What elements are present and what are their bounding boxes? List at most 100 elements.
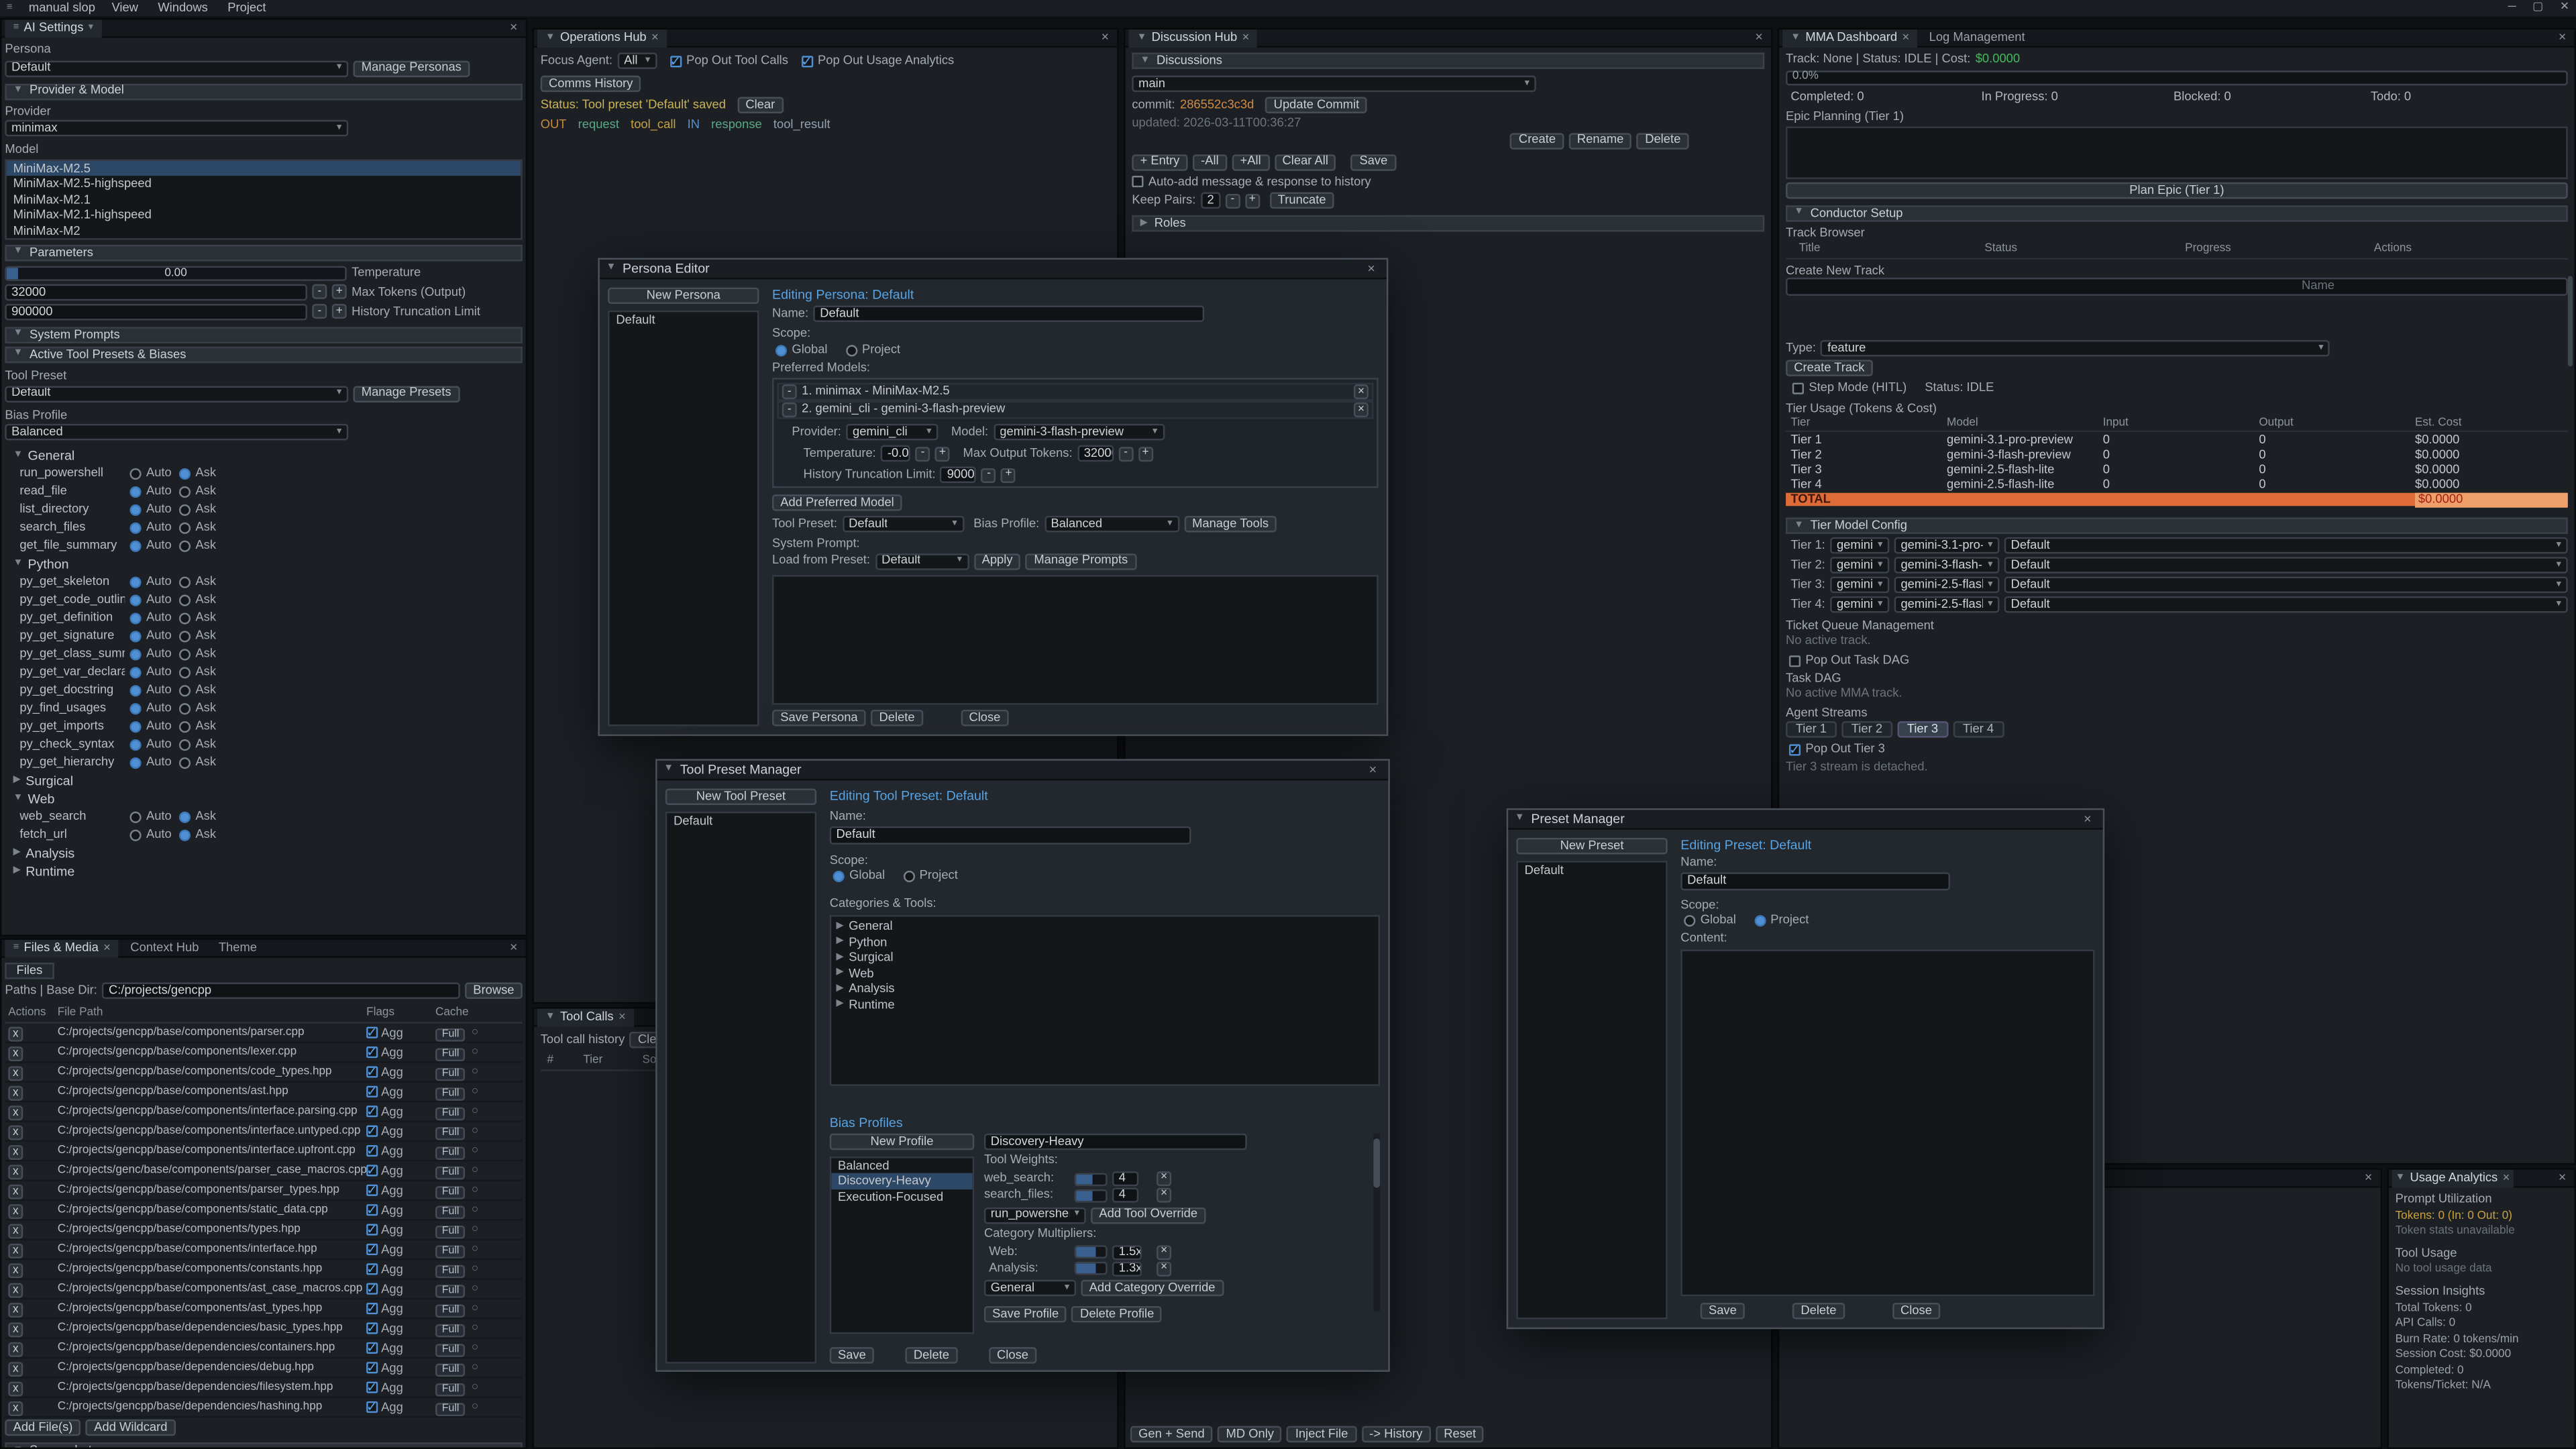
- tier-provider-select[interactable]: gemini ▾: [1830, 557, 1889, 574]
- expand-icon[interactable]: ▶: [837, 922, 844, 933]
- agg-checkbox[interactable]: ✓: [366, 1067, 378, 1078]
- delete-button[interactable]: Delete: [1792, 1303, 1845, 1319]
- add-category-override-button[interactable]: Add Category Override: [1081, 1280, 1223, 1296]
- auto-radio[interactable]: [129, 541, 141, 552]
- tab-tool-calls[interactable]: ▼ Tool Calls ×: [537, 1008, 634, 1026]
- manage-personas-button[interactable]: Manage Personas: [354, 60, 470, 76]
- auto-radio[interactable]: [129, 468, 141, 480]
- preferred-model-item[interactable]: - 1. minimax - MiniMax-M2.5 ×: [777, 383, 1373, 401]
- category-override-select[interactable]: General ▾: [984, 1280, 1076, 1296]
- tab-close-icon[interactable]: ×: [1242, 31, 1250, 45]
- full-flag-chip[interactable]: Full: [435, 1087, 466, 1101]
- remove-file-button[interactable]: x: [8, 1165, 23, 1180]
- tab-ai-settings[interactable]: ≡ AI Settings ▾: [5, 19, 101, 37]
- remove-file-button[interactable]: x: [8, 1362, 23, 1377]
- ask-radio[interactable]: [179, 739, 191, 751]
- ask-radio[interactable]: [179, 830, 191, 841]
- history-limit-input[interactable]: 900000: [941, 467, 977, 483]
- tab-mma-dashboard[interactable]: ▼ MMA Dashboard ×: [1782, 29, 1917, 47]
- pop-out-dag-checkbox[interactable]: [1789, 655, 1801, 666]
- epic-planning-input[interactable]: [1786, 126, 2568, 178]
- plus-all-button[interactable]: +All: [1232, 154, 1269, 170]
- system-prompt-textarea[interactable]: [772, 574, 1379, 704]
- weight-value-input[interactable]: 4: [1112, 1171, 1138, 1186]
- remove-file-button[interactable]: x: [8, 1067, 23, 1081]
- tab-log-management[interactable]: Log Management: [1921, 29, 2033, 47]
- auto-radio[interactable]: [129, 486, 141, 498]
- ask-radio[interactable]: [179, 541, 191, 552]
- tab-context-hub[interactable]: Context Hub: [122, 939, 207, 957]
- add-tool-override-button[interactable]: Add Tool Override: [1091, 1207, 1205, 1223]
- new-tool-preset-button[interactable]: New Tool Preset: [665, 789, 816, 805]
- subtab-files[interactable]: Files: [5, 963, 54, 979]
- auto-radio[interactable]: [129, 812, 141, 823]
- multiplier-value-input[interactable]: 1.5x: [1112, 1244, 1142, 1259]
- full-flag-chip[interactable]: Full: [435, 1166, 466, 1179]
- save-button[interactable]: Save: [1701, 1303, 1745, 1319]
- agg-checkbox[interactable]: ✓: [366, 1047, 378, 1059]
- window-minimize-icon[interactable]: ─: [2508, 1, 2516, 15]
- save-profile-button[interactable]: Save Profile: [984, 1306, 1067, 1322]
- manage-presets-button[interactable]: Manage Presets: [354, 385, 460, 401]
- composer-action-button[interactable]: Gen + Send: [1130, 1426, 1213, 1442]
- max-output-input[interactable]: 32000: [1077, 445, 1114, 462]
- new-preset-button[interactable]: New Preset: [1516, 838, 1667, 854]
- increment-button[interactable]: +: [1138, 446, 1153, 461]
- delete-discussion-button[interactable]: Delete: [1637, 132, 1689, 148]
- auto-add-checkbox[interactable]: [1132, 176, 1143, 188]
- section-screenshots[interactable]: ▼ Screenshots: [5, 1442, 522, 1449]
- full-flag-chip[interactable]: Full: [435, 1403, 466, 1416]
- base-dir-input[interactable]: C:/projects/gencpp: [102, 983, 460, 999]
- remove-override-icon[interactable]: ×: [1157, 1188, 1171, 1203]
- decrement-button[interactable]: -: [981, 468, 996, 482]
- auto-radio[interactable]: [129, 703, 141, 714]
- decrement-button[interactable]: -: [312, 285, 327, 300]
- section-tier-model-config[interactable]: ▼ Tier Model Config: [1786, 519, 2568, 535]
- manage-prompts-button[interactable]: Manage Prompts: [1026, 553, 1136, 570]
- agg-checkbox[interactable]: ✓: [366, 1362, 378, 1374]
- pop-out-usage-checkbox[interactable]: ✓: [802, 55, 813, 66]
- decrement-button[interactable]: -: [916, 446, 930, 461]
- panel-close-icon[interactable]: ×: [505, 941, 523, 956]
- tier-preset-select[interactable]: Default ▾: [2004, 578, 2568, 594]
- full-flag-chip[interactable]: Full: [435, 1304, 466, 1318]
- delete-model-icon[interactable]: ×: [1354, 384, 1368, 399]
- load-preset-select[interactable]: Default ▾: [875, 553, 969, 570]
- scrollbar[interactable]: [1373, 1133, 1380, 1310]
- section-discussions[interactable]: ▼ Discussions: [1132, 52, 1764, 68]
- ask-radio[interactable]: [179, 523, 191, 534]
- track-type-select[interactable]: feature ▾: [1821, 340, 2330, 356]
- full-flag-chip[interactable]: Full: [435, 1067, 466, 1081]
- ask-radio[interactable]: [179, 468, 191, 480]
- panel-close-icon[interactable]: ×: [2554, 30, 2571, 46]
- dialog-close-icon[interactable]: ×: [1364, 762, 1381, 777]
- pop-out-tier3-checkbox[interactable]: ✓: [1789, 744, 1801, 755]
- save-button[interactable]: Save: [830, 1347, 874, 1363]
- bias-profile-list-item[interactable]: Discovery-Heavy: [831, 1173, 973, 1189]
- bias-profile-list-item[interactable]: Execution-Focused: [831, 1189, 973, 1205]
- auto-radio[interactable]: [129, 686, 141, 697]
- minus-all-button[interactable]: -All: [1193, 154, 1227, 170]
- category-tree-item[interactable]: ▶ Runtime: [831, 998, 1379, 1013]
- tab-theme[interactable]: Theme: [211, 939, 266, 957]
- remove-file-button[interactable]: x: [8, 1323, 23, 1338]
- ask-radio[interactable]: [179, 757, 191, 769]
- tier-model-select[interactable]: gemini-2.5-flash-lite ▾: [1894, 578, 2000, 594]
- preset-name-input[interactable]: Default: [830, 826, 1191, 844]
- focus-agent-select[interactable]: All ▾: [617, 52, 657, 68]
- step-mode-checkbox[interactable]: [1792, 383, 1804, 394]
- full-flag-chip[interactable]: Full: [435, 1107, 466, 1120]
- max-tokens-input[interactable]: 32000: [5, 284, 307, 300]
- ask-radio[interactable]: [179, 631, 191, 643]
- composer-action-button[interactable]: -> History: [1361, 1426, 1431, 1442]
- close-dialog-button[interactable]: Close: [961, 710, 1008, 726]
- ask-radio[interactable]: [179, 667, 191, 679]
- dialog-close-icon[interactable]: ×: [1362, 261, 1380, 276]
- remove-model-button[interactable]: -: [782, 402, 797, 417]
- remove-override-icon[interactable]: ×: [1157, 1171, 1171, 1186]
- remove-file-button[interactable]: x: [8, 1185, 23, 1199]
- agg-checkbox[interactable]: ✓: [366, 1323, 378, 1334]
- group-caret-icon[interactable]: ▼: [13, 559, 23, 570]
- full-flag-chip[interactable]: Full: [435, 1048, 466, 1061]
- full-flag-chip[interactable]: Full: [435, 1205, 466, 1219]
